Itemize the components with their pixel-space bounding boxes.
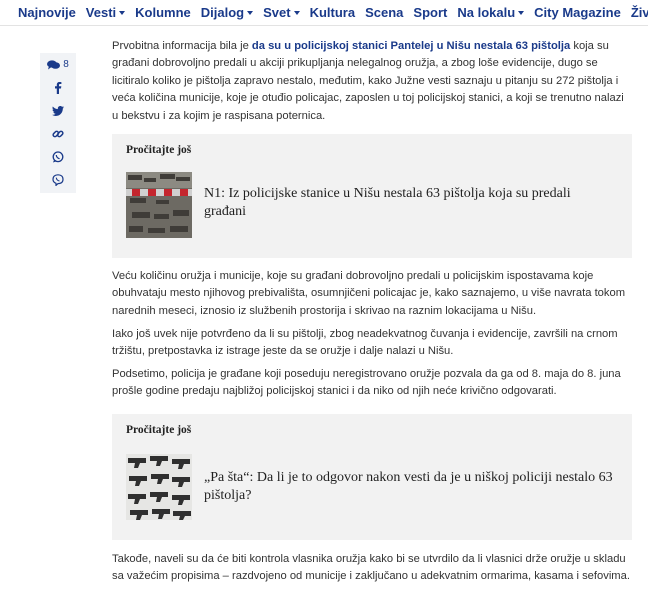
article-paragraph: Veću količinu oružja i municije, koje su… bbox=[112, 270, 626, 317]
chevron-down-icon bbox=[247, 11, 254, 15]
inline-article-link[interactable]: da su u policijskoj stanici Pantelej u N… bbox=[252, 40, 570, 52]
whatsapp-icon bbox=[52, 150, 64, 162]
related-heading: Pročitajte još bbox=[126, 424, 192, 436]
related-heading: Pročitajte još bbox=[126, 144, 192, 156]
share-twitter-button[interactable] bbox=[40, 99, 76, 122]
nav-item-najnovije[interactable]: Najnovije bbox=[18, 5, 76, 20]
chevron-down-icon bbox=[518, 11, 525, 15]
article-paragraph: Iako još uvek nije potvrđeno da li su pi… bbox=[112, 328, 618, 358]
nav-item-scena[interactable]: Scena bbox=[365, 5, 403, 20]
nav-item-sport[interactable]: Sport bbox=[413, 5, 447, 20]
related-thumbnail[interactable] bbox=[126, 454, 192, 520]
nav-item-city-magazine[interactable]: City Magazine bbox=[534, 5, 621, 20]
article-body: Prvobitna informacija bila je da su u po… bbox=[112, 38, 632, 125]
article-body: Takođe, naveli su da će biti kontrola vl… bbox=[112, 551, 632, 586]
share-sidebar: 8 bbox=[40, 53, 76, 193]
comment-icon bbox=[47, 59, 61, 69]
link-icon bbox=[52, 130, 64, 137]
related-article-box[interactable]: Pročitajte još N1: Iz policijske stanice… bbox=[112, 134, 632, 258]
copy-link-button[interactable] bbox=[40, 122, 76, 145]
nav-item-zivot[interactable]: Život bbox=[631, 5, 648, 20]
share-viber-button[interactable] bbox=[40, 168, 76, 191]
related-thumbnail[interactable] bbox=[126, 172, 192, 238]
chevron-down-icon bbox=[119, 11, 126, 15]
article-paragraph: Takođe, naveli su da će biti kontrola vl… bbox=[112, 553, 630, 583]
article-body: Veću količinu oružja i municije, koje su… bbox=[112, 268, 632, 320]
twitter-icon bbox=[52, 105, 64, 116]
chevron-down-icon bbox=[293, 11, 300, 15]
share-facebook-button[interactable] bbox=[40, 76, 76, 99]
nav-item-na-lokalu[interactable]: Na lokalu bbox=[457, 5, 525, 20]
nav-item-kolumne[interactable]: Kolumne bbox=[135, 5, 191, 20]
share-whatsapp-button[interactable] bbox=[40, 145, 76, 168]
top-nav: Najnovije Vesti Kolumne Dijalog Svet Kul… bbox=[0, 0, 648, 26]
nav-item-kultura[interactable]: Kultura bbox=[310, 5, 356, 20]
related-title-link[interactable]: N1: Iz policijske stanice u Nišu nestala… bbox=[204, 185, 614, 221]
nav-item-svet[interactable]: Svet bbox=[263, 5, 300, 20]
viber-icon bbox=[52, 173, 64, 186]
paragraph-text: koja su građani dobrovoljno predali u ak… bbox=[112, 40, 624, 122]
article-body: Podsetimo, policija je građane koji pose… bbox=[112, 366, 632, 401]
related-title-link[interactable]: „Pa šta“: Da li je to odgovor nakon vest… bbox=[204, 469, 614, 505]
comments-button[interactable]: 8 bbox=[40, 53, 76, 76]
nav-item-dijalog[interactable]: Dijalog bbox=[201, 5, 254, 20]
comment-count: 8 bbox=[63, 59, 69, 70]
nav-item-vesti[interactable]: Vesti bbox=[86, 5, 126, 20]
related-article-box[interactable]: Pročitajte još „Pa šta“: Da li je to odg… bbox=[112, 414, 632, 540]
facebook-icon bbox=[55, 81, 62, 94]
article-paragraph: Prvobitna informacija bila je da su u po… bbox=[112, 38, 632, 125]
article-paragraph: Podsetimo, policija je građane koji pose… bbox=[112, 368, 621, 398]
paragraph-text: Prvobitna informacija bila je bbox=[112, 40, 252, 52]
article-body: Iako još uvek nije potvrđeno da li su pi… bbox=[112, 326, 632, 361]
